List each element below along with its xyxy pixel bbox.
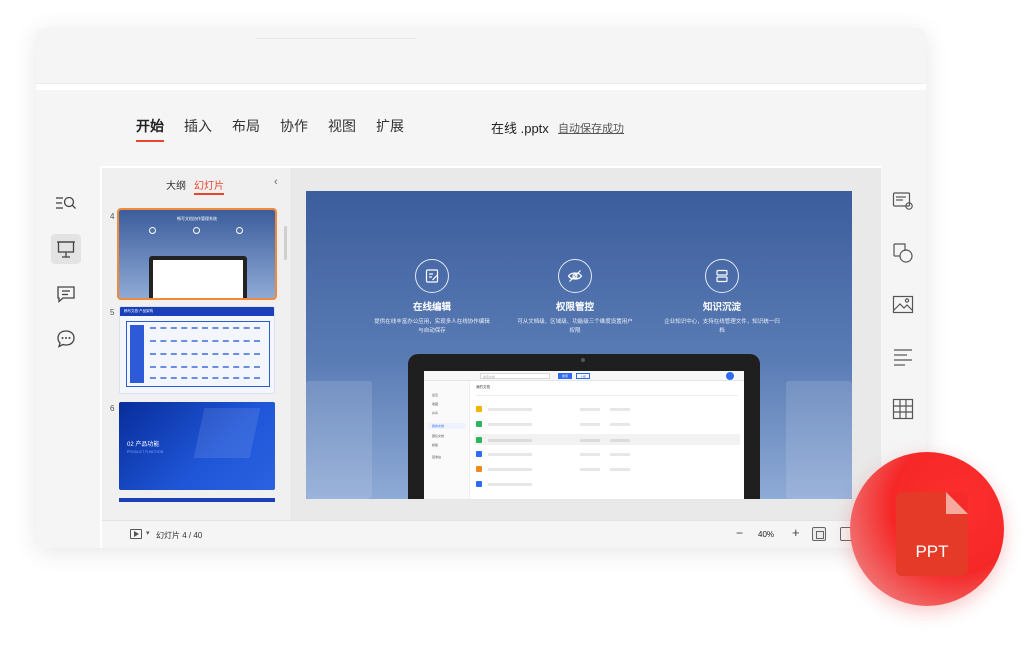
status-bar: ▾ 幻灯片 4 / 40 − 40% + [102, 520, 881, 548]
slide-thumbnail-panel: 大纲 幻灯片 ‹ 4 畅写文档协作管理系统 5 畅写文档·产品架构 6 02 产… [102, 168, 292, 520]
app-search-button: 搜索 [558, 373, 572, 379]
app-nav-item: 最近 [432, 393, 439, 397]
feature-description: 可从文档级、区域级、功能级三个维度设置用户权限 [517, 319, 633, 334]
panel-tabs: 大纲 幻灯片 [166, 177, 224, 195]
slide-counter: 幻灯片 4 / 40 [156, 531, 203, 540]
thumb-subtitle: PRODUCT FUNCTION [127, 450, 164, 454]
app-nav-item: 回收站 [432, 455, 442, 459]
slide-settings-icon[interactable] [890, 188, 916, 214]
text-align-icon[interactable] [890, 344, 916, 370]
menu-start[interactable]: 开始 [136, 116, 164, 142]
ppt-badge: PPT [850, 452, 1004, 606]
feature-description: 企业知识中心，支持在线管理文件，知识统一归档 [664, 319, 780, 334]
thumb-title: 畅写文档协作管理系统 [177, 216, 217, 221]
save-status[interactable]: 自动保存成功 [558, 120, 624, 136]
slide-thumbnail-5[interactable]: 畅写文档·产品架构 [119, 306, 275, 394]
feature-knowledge: 知识沉淀 企业知识中心，支持在线管理文件，知识统一归档 [657, 259, 787, 335]
presentation-icon[interactable] [51, 234, 81, 264]
tab-slides[interactable]: 幻灯片 [194, 177, 224, 195]
app-nav-item: 模板 [432, 443, 439, 447]
chevron-left-icon[interactable]: ‹ [274, 176, 278, 188]
feature-title: 权限管控 [555, 302, 594, 313]
document-title[interactable]: 在线 .pptx [491, 118, 549, 137]
feature-title: 知识沉淀 [702, 302, 741, 313]
menu-layout[interactable]: 布局 [232, 116, 260, 142]
eye-off-icon [558, 259, 592, 293]
app-nav-item: 团队文档 [432, 434, 445, 438]
app-nav-item: 共享 [432, 411, 439, 415]
fit-window-icon[interactable] [812, 527, 826, 541]
shapes-icon[interactable] [890, 240, 916, 266]
knowledge-icon [705, 259, 739, 293]
comment-icon[interactable] [51, 279, 81, 309]
slide-thumbnail-4[interactable]: 畅写文档协作管理系统 [117, 208, 277, 300]
app-nav-item: 我的文档 [428, 423, 466, 429]
edit-doc-icon [415, 259, 449, 293]
main-menu: 开始 插入 布局 协作 视图 扩展 [136, 116, 404, 142]
slide-canvas[interactable]: 在线编辑 提供在线丰富办公应用，实现多人在线协作编辑与自动保存 权限管控 可从文… [306, 191, 852, 499]
chat-icon[interactable] [51, 324, 81, 354]
table-icon[interactable] [890, 396, 916, 422]
slide-number: 4 [110, 212, 115, 221]
app-nav-item: 收藏 [432, 402, 439, 406]
play-icon[interactable] [130, 529, 142, 539]
app-search-input: 搜索文档 [480, 373, 550, 379]
outline-search-icon[interactable] [51, 188, 81, 218]
menu-collaborate[interactable]: 协作 [280, 116, 308, 142]
laptop-mockup: 搜索文档 搜索 上传 最近 收藏 共享 我的文档 团队文档 模板 回收站 我的文… [408, 354, 760, 499]
thumb-title: 02 产品功能 [127, 442, 160, 448]
menu-insert[interactable]: 插入 [184, 116, 212, 142]
left-sidebar [36, 166, 100, 548]
tab-outline[interactable]: 大纲 [166, 177, 186, 195]
feature-description: 提供在线丰富办公应用，实现多人在线协作编辑与自动保存 [374, 319, 490, 334]
menu-view[interactable]: 视图 [328, 116, 356, 142]
feature-title: 在线编辑 [412, 302, 451, 313]
chevron-down-icon[interactable]: ▾ [146, 529, 150, 537]
app-breadcrumb: 我的文档 [476, 385, 490, 389]
app-window: 开始 插入 布局 协作 视图 扩展 在线 .pptx 自动保存成功 大纲 幻灯片… [36, 28, 926, 548]
title-bar [36, 28, 926, 84]
image-icon[interactable] [890, 292, 916, 318]
slide-number: 6 [110, 404, 115, 413]
slide-thumbnail-6[interactable]: 02 产品功能 PRODUCT FUNCTION [119, 402, 275, 490]
thumb-title: 畅写文档·产品架构 [124, 309, 154, 313]
ppt-file-icon: PPT [896, 492, 968, 576]
zoom-level[interactable]: 40% [758, 530, 774, 539]
menu-extend[interactable]: 扩展 [376, 116, 404, 142]
app-upload-button: 上传 [576, 373, 590, 379]
menu-bar: 开始 插入 布局 协作 视图 扩展 在线 .pptx 自动保存成功 [36, 90, 926, 166]
feature-permission: 权限管控 可从文档级、区域级、功能级三个维度设置用户权限 [510, 259, 640, 335]
slide-stage: 在线编辑 提供在线丰富办公应用，实现多人在线协作编辑与自动保存 权限管控 可从文… [292, 168, 881, 520]
feature-online-edit: 在线编辑 提供在线丰富办公应用，实现多人在线协作编辑与自动保存 [367, 259, 497, 335]
zoom-out-button[interactable]: − [736, 526, 743, 540]
app-screenshot: 搜索文档 搜索 上传 最近 收藏 共享 我的文档 团队文档 模板 回收站 我的文… [424, 371, 744, 499]
slide-number: 5 [110, 308, 115, 317]
ppt-label: PPT [915, 542, 949, 561]
thumbnail-scrollbar[interactable] [284, 226, 287, 260]
zoom-in-button[interactable]: + [792, 525, 800, 540]
